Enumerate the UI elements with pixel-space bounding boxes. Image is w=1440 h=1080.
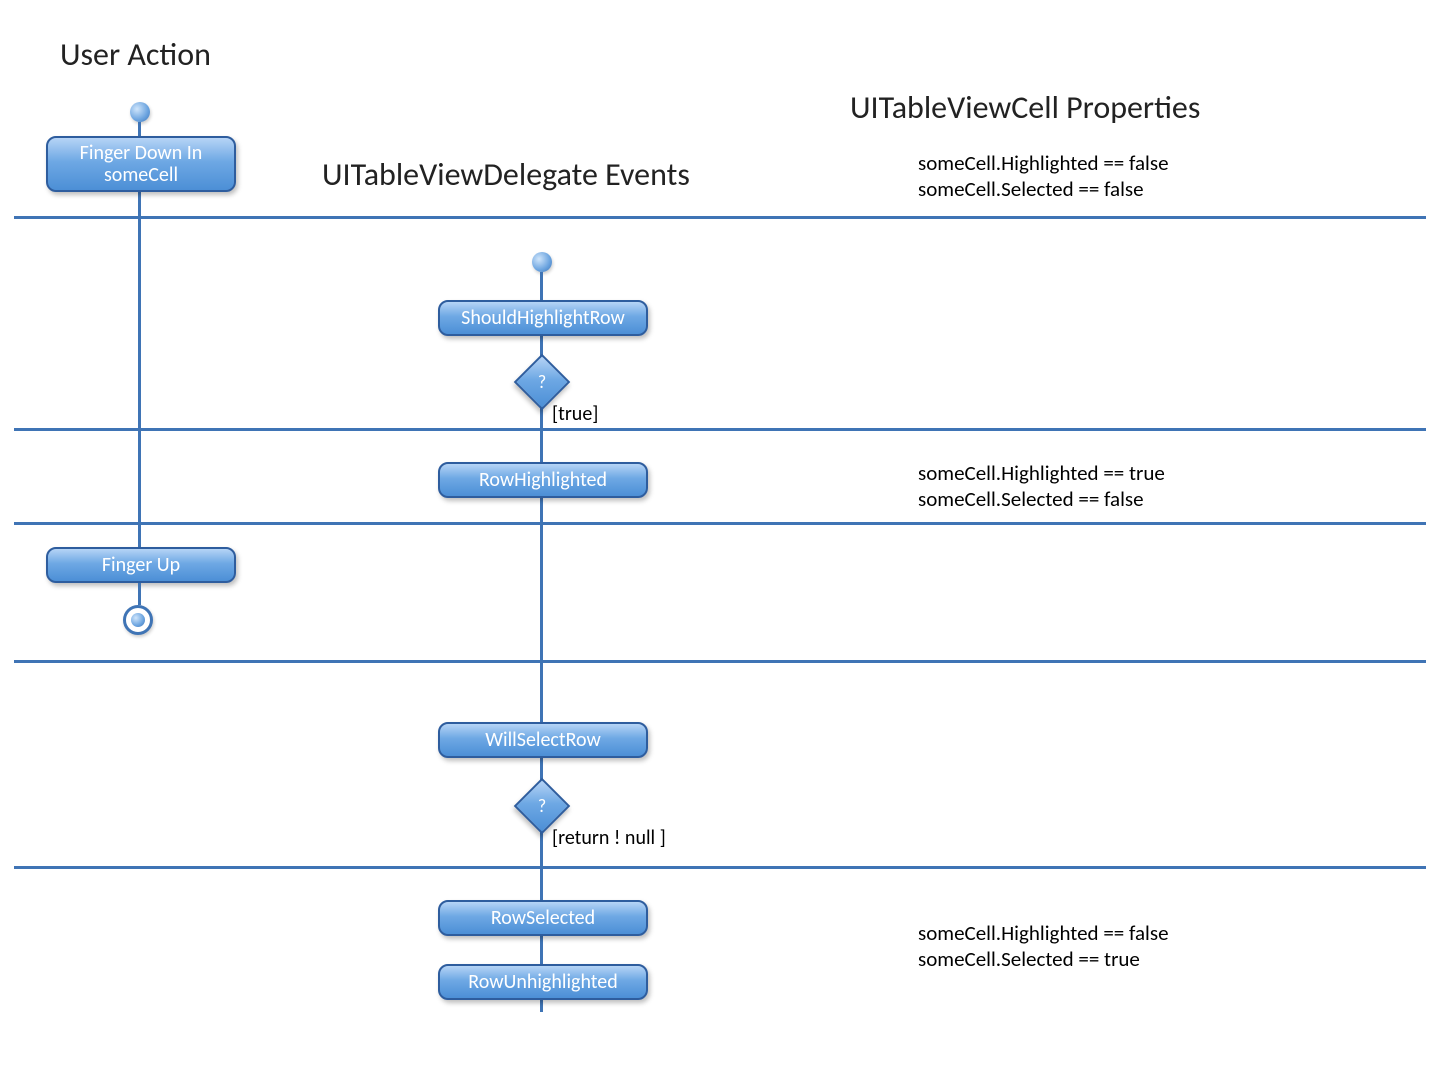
lane-rule-2 (14, 428, 1426, 431)
node-should-highlight-label: ShouldHighlightRow (461, 307, 625, 329)
cell-state-1-line-a: someCell.Highlighted == false (918, 150, 1169, 176)
cell-state-2: someCell.Highlighted == true someCell.Se… (918, 460, 1165, 513)
node-row-unhighlighted: RowUnhighlighted (438, 964, 648, 1000)
flowline-user-end (138, 583, 141, 605)
decision-1-guard: [true] (552, 402, 598, 426)
node-row-highlighted: RowHighlighted (438, 462, 648, 498)
node-finger-down: Finger Down In someCell (46, 136, 236, 192)
cell-state-3-line-a: someCell.Highlighted == false (918, 920, 1169, 946)
cell-state-3-line-b: someCell.Selected == true (918, 946, 1140, 972)
lane-rule-4 (14, 660, 1426, 663)
cell-state-1: someCell.Highlighted == false someCell.S… (918, 150, 1169, 203)
node-row-selected: RowSelected (438, 900, 648, 936)
node-row-unhighlighted-label: RowUnhighlighted (468, 971, 617, 993)
cell-state-3: someCell.Highlighted == false someCell.S… (918, 920, 1169, 973)
decision-1-label: ? (538, 371, 546, 393)
cell-state-2-line-b: someCell.Selected == false (918, 486, 1144, 512)
cell-state-1-line-b: someCell.Selected == false (918, 176, 1144, 202)
node-row-selected-label: RowSelected (491, 907, 595, 929)
heading-delegate-events: UITableViewDelegate Events (322, 155, 690, 194)
node-finger-down-label: Finger Down In someCell (56, 142, 226, 186)
node-should-highlight: ShouldHighlightRow (438, 300, 648, 336)
diagram-canvas: User Action UITableViewDelegate Events U… (0, 0, 1440, 1080)
node-will-select-label: WillSelectRow (485, 729, 601, 751)
lane-rule-1 (14, 216, 1426, 219)
node-finger-up-label: Finger Up (102, 554, 180, 576)
heading-user-action: User Action (60, 35, 211, 74)
node-row-highlighted-label: RowHighlighted (479, 469, 607, 491)
decision-2-guard: [return ! null ] (552, 826, 666, 850)
node-finger-up: Finger Up (46, 547, 236, 583)
node-will-select: WillSelectRow (438, 722, 648, 758)
cell-state-2-line-a: someCell.Highlighted == true (918, 460, 1165, 486)
decision-2-label: ? (538, 795, 546, 817)
start-dot-user (130, 102, 150, 122)
start-dot-delegate (532, 252, 552, 272)
heading-cell-props: UITableViewCell Properties (850, 88, 1200, 127)
end-dot-user (123, 605, 153, 635)
lane-rule-3 (14, 522, 1426, 525)
lane-rule-5 (14, 866, 1426, 869)
